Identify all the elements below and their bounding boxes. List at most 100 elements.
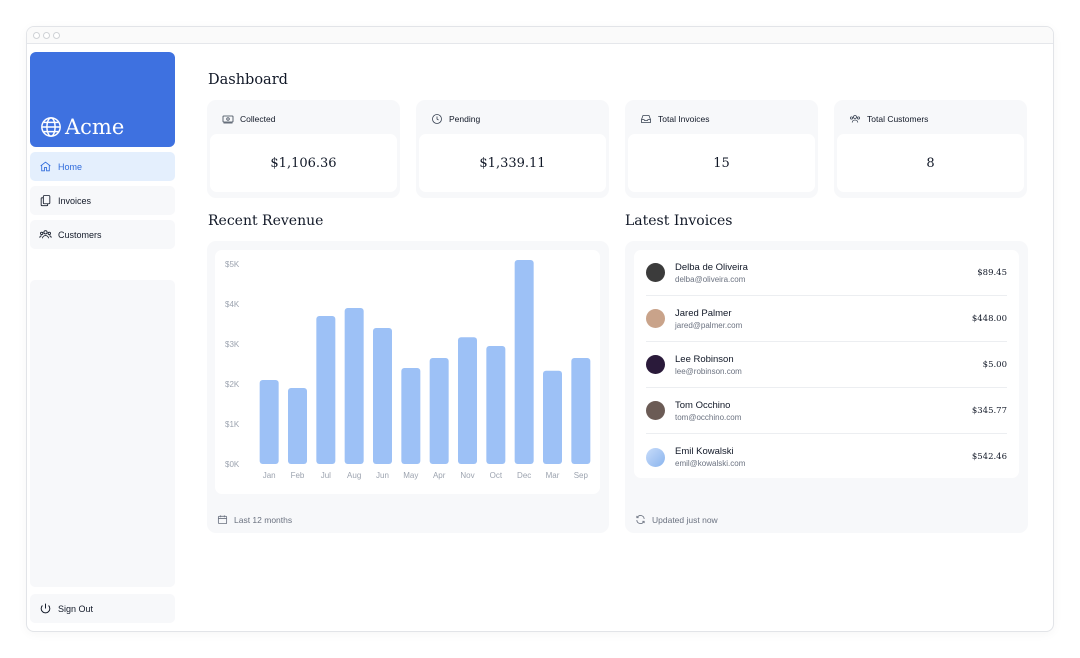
sidebar-item-customers[interactable]: Customers: [30, 220, 175, 249]
avatar: [646, 447, 665, 467]
card-label: Total Invoices: [658, 113, 710, 124]
sidebar: Acme Home Invoices Customers Sign Out: [30, 52, 175, 627]
customer-name: Emil Kowalski: [675, 446, 734, 457]
card-value: $1,339.11: [419, 134, 606, 192]
customer-email: lee@robinson.com: [675, 366, 742, 376]
user-group-icon: [849, 114, 860, 123]
chart-bar: [429, 358, 449, 464]
latest-invoices-panel: Delba de Oliveira delba@oliveira.com $89…: [625, 241, 1028, 533]
invoice-amount: $542.46: [971, 452, 1007, 462]
x-tick-label: Nov: [460, 471, 474, 480]
chart-bar: [259, 380, 279, 464]
sign-out-label: Sign Out: [58, 603, 94, 614]
globe-icon: [41, 117, 61, 137]
customer-name: Delba de Oliveira: [675, 261, 748, 273]
card-total-customers: Total Customers 8: [834, 100, 1027, 198]
x-tick-label: Aug: [347, 471, 361, 480]
customer-email: tom@occhino.com: [675, 412, 742, 422]
customer-name: Lee Robinson: [675, 353, 734, 365]
revenue-footer: Last 12 months: [217, 514, 292, 525]
inbox-icon: [641, 114, 651, 123]
card-value: 8: [837, 134, 1024, 192]
chart-bar: [288, 388, 307, 464]
revenue-footer-text: Last 12 months: [234, 514, 293, 525]
customer-email: delba@oliveira.com: [675, 274, 746, 284]
latest-invoices-footer-text: Updated just now: [652, 514, 718, 525]
card-value: $1,106.36: [210, 134, 397, 192]
invoice-amount: $5.00: [982, 359, 1007, 370]
banknotes-icon: [222, 115, 234, 123]
x-tick-label: Feb: [291, 471, 305, 480]
list-item[interactable]: Lee Robinson lee@robinson.com $5.00: [646, 342, 1007, 388]
x-tick-label: Jun: [376, 471, 389, 480]
y-tick-label: $0K: [225, 460, 240, 469]
page-title: Dashboard: [208, 72, 288, 88]
x-tick-label: Mar: [546, 471, 560, 480]
card-label: Pending: [449, 113, 481, 124]
latest-invoices-title: Latest Invoices: [625, 213, 733, 229]
document-duplicate-icon: [40, 195, 51, 207]
customer-email: emil@kowalski.com: [675, 459, 746, 468]
avatar: [646, 355, 665, 374]
invoice-list: Delba de Oliveira delba@oliveira.com $89…: [634, 250, 1019, 478]
x-tick-label: Sep: [574, 471, 589, 480]
chart-bar: [514, 260, 534, 464]
card-value: 15: [628, 134, 815, 192]
chart-bar: [316, 316, 336, 464]
list-item[interactable]: Emil Kowalski emil@kowalski.com $542.46: [646, 434, 1007, 480]
revenue-chart-svg: $5K $4K $3K $2K $1K $0K Jan Feb Jul Aug Jun May Apr N…: [225, 260, 591, 480]
customer-email: jared@palmer.com: [675, 320, 743, 330]
y-tick-label: $1K: [225, 420, 240, 429]
recent-revenue-title: Recent Revenue: [208, 213, 324, 229]
invoice-amount: $448.00: [971, 313, 1007, 324]
window-maximize-dot[interactable]: [53, 32, 60, 39]
x-tick-label: Apr: [433, 471, 446, 480]
card-pending: Pending $1,339.11: [416, 100, 609, 198]
avatar: [646, 401, 665, 420]
card-collected: Collected $1,106.36: [207, 100, 400, 198]
browser-window: Acme Home Invoices Customers Sign Out Da…: [26, 26, 1054, 632]
list-item[interactable]: Delba de Oliveira delba@oliveira.com $89…: [646, 250, 1007, 296]
window-minimize-dot[interactable]: [43, 32, 50, 39]
chart-bar: [486, 346, 506, 464]
list-item[interactable]: Jared Palmer jared@palmer.com $448.00: [646, 296, 1007, 342]
sign-out-button[interactable]: Sign Out: [30, 594, 175, 623]
card-label: Collected: [240, 113, 276, 124]
logo-banner[interactable]: Acme: [30, 52, 175, 147]
sidebar-spacer: [30, 280, 175, 587]
x-tick-label: Jan: [263, 471, 276, 480]
sidebar-item-label: Invoices: [58, 195, 92, 206]
logo: Acme: [40, 115, 124, 139]
avatar: [646, 263, 665, 282]
sidebar-item-label: Customers: [58, 229, 102, 240]
calendar-icon: [217, 515, 228, 525]
sidebar-item-invoices[interactable]: Invoices: [30, 186, 175, 215]
card-total-invoices: Total Invoices 15: [625, 100, 818, 198]
chart-bar: [373, 328, 392, 464]
avatar: [646, 309, 665, 328]
home-icon: [40, 161, 51, 172]
user-group-icon: [39, 230, 52, 239]
invoice-amount: $89.45: [977, 267, 1007, 278]
sidebar-item-home[interactable]: Home: [30, 152, 175, 181]
sidebar-item-label: Home: [58, 161, 83, 172]
y-tick-label: $4K: [225, 300, 240, 309]
power-icon: [40, 603, 51, 614]
chart-bar: [543, 370, 562, 464]
chart-bar: [458, 337, 477, 464]
x-tick-label: Jul: [321, 471, 331, 480]
window-close-dot[interactable]: [33, 32, 40, 39]
x-tick-label: May: [403, 471, 418, 480]
invoice-amount: $345.77: [971, 405, 1007, 416]
latest-invoices-footer: Updated just now: [635, 514, 718, 525]
x-tick-label: Oct: [490, 471, 503, 480]
clock-icon: [432, 113, 442, 124]
chart-bar: [401, 368, 421, 464]
revenue-panel: $5K $4K $3K $2K $1K $0K Jan Feb Jul Aug Jun May Apr N…: [207, 241, 609, 533]
window-titlebar: [27, 27, 1053, 44]
list-item[interactable]: Tom Occhino tom@occhino.com $345.77: [646, 388, 1007, 434]
chart-bar: [571, 358, 591, 464]
y-tick-label: $2K: [225, 380, 240, 389]
chart-bar: [344, 308, 364, 464]
customer-name: Jared Palmer: [675, 307, 732, 319]
